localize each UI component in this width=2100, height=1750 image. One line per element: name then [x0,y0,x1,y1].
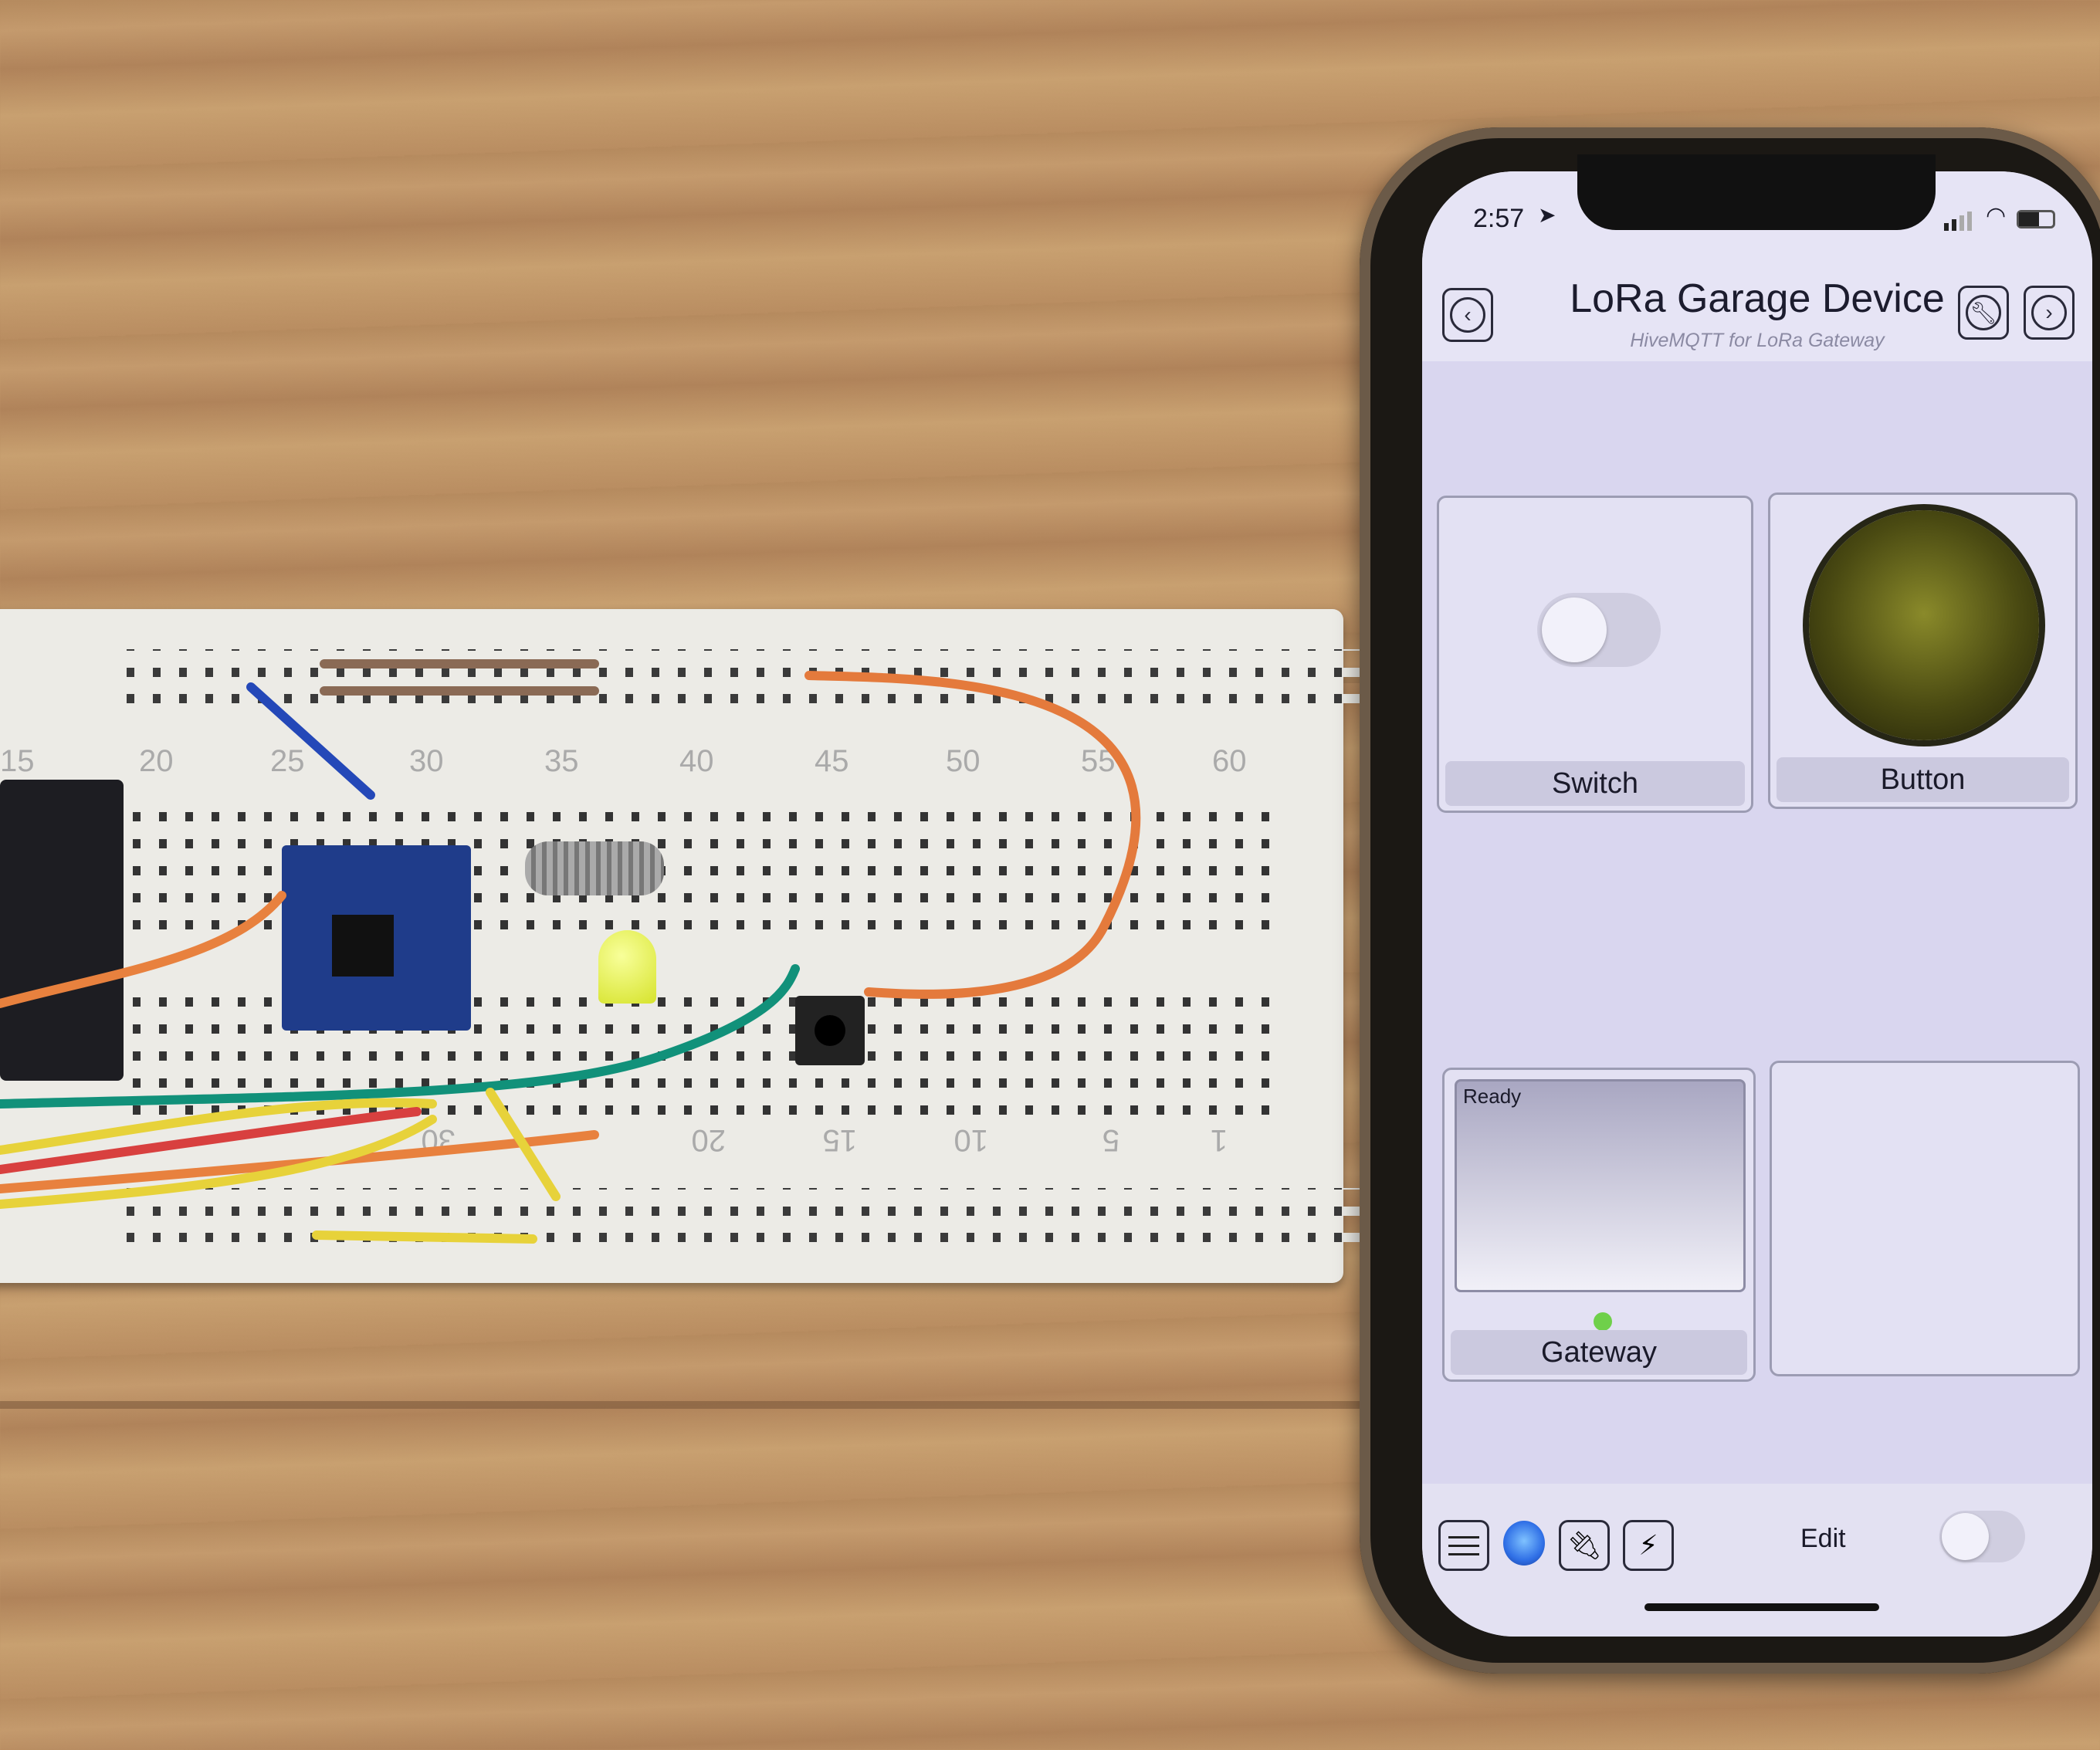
button-widget[interactable]: Button [1768,493,2078,809]
forward-button[interactable]: › [2024,286,2075,340]
gateway-widget[interactable]: Ready Gateway [1442,1068,1756,1382]
wifi-icon: ◠ [1986,203,2007,228]
yellow-wire [312,1230,537,1244]
battery-icon [2017,210,2055,228]
toggle-knob [1542,597,1607,662]
connection-status-dot [1503,1521,1545,1566]
location-icon: ➤ [1538,203,1556,227]
unplug-icon: ⚡︎ [1638,1529,1658,1561]
phone-screen: 2:57 ➤ ◠ ‹ LoRa Garage Device HiveMQTT f… [1422,171,2092,1637]
green-wire [0,964,800,1109]
toggle-knob [1942,1513,1989,1560]
wires [0,659,1141,1244]
gateway-indicator-dot [1594,1312,1612,1331]
chevron-right-icon: › [2031,295,2067,330]
edit-label: Edit [1800,1524,1846,1553]
edit-toggle[interactable] [1939,1511,2025,1562]
phone-notch [1577,154,1936,230]
signal-icon [1944,212,1972,231]
brown-wire [320,659,599,696]
orange-wire [804,671,1141,999]
home-indicator [1644,1603,1879,1611]
settings-button[interactable]: 🔧︎ [1958,286,2009,340]
button-label: Button [1777,757,2069,802]
gateway-label: Gateway [1451,1330,1747,1375]
gateway-display: Ready [1455,1079,1746,1292]
orange-wire [0,1130,599,1193]
disconnect-button[interactable]: ⚡︎ [1623,1520,1674,1571]
menu-button[interactable] [1438,1520,1489,1571]
orange-wire [0,891,286,1008]
gateway-status: Ready [1463,1085,1522,1108]
round-button[interactable] [1809,510,2039,740]
status-time: 2:57 [1473,204,1525,233]
blue-wire [246,682,375,800]
wrench-icon: 🔧︎ [1966,295,2001,330]
empty-widget-slot[interactable] [1770,1061,2080,1376]
switch-label: Switch [1445,761,1745,806]
plug-icon: 🔌︎ [1567,1529,1602,1561]
switch-toggle[interactable] [1537,593,1661,667]
switch-widget[interactable]: Switch [1437,496,1753,813]
connect-button[interactable]: 🔌︎ [1559,1520,1610,1571]
